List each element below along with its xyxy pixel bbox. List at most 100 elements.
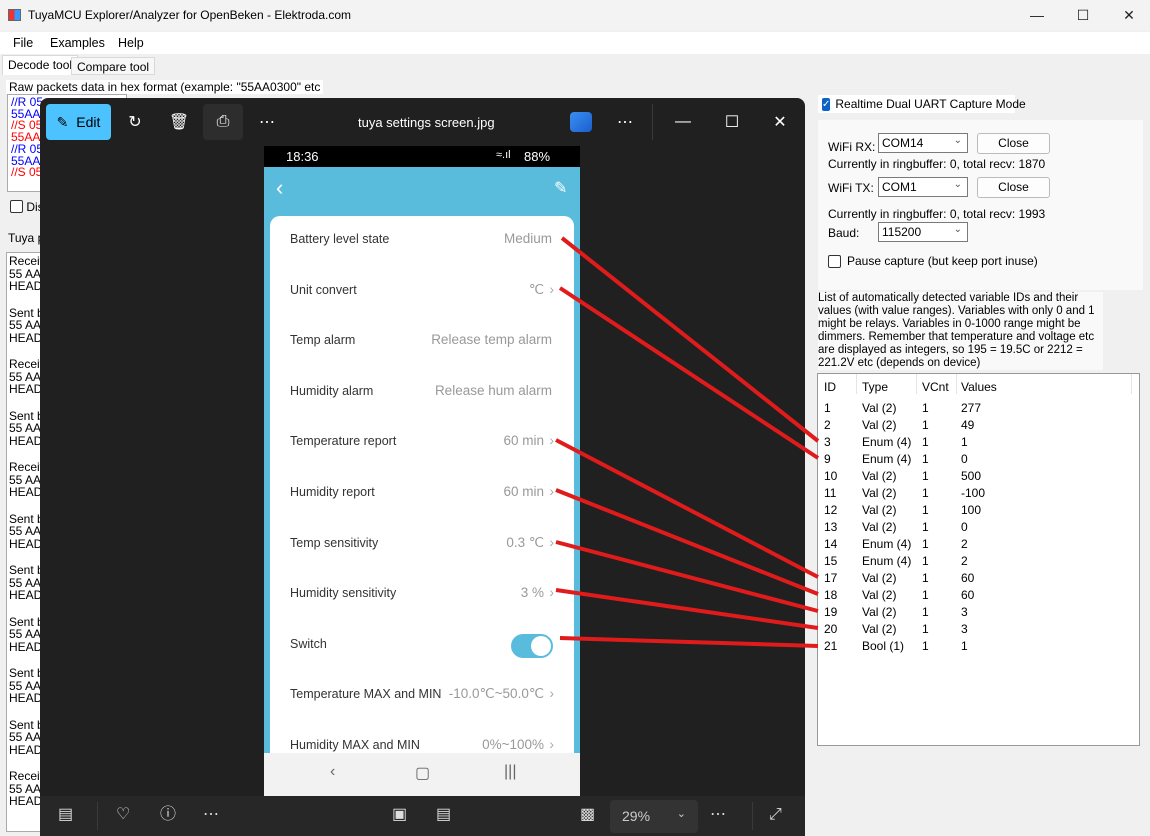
setting-row[interactable]: Switch	[270, 621, 574, 671]
switch-toggle[interactable]	[511, 633, 553, 658]
minimize-button[interactable]: —	[1014, 0, 1060, 30]
table-cell: 1	[922, 554, 929, 568]
decoded-packet: Sent by55 AAHEADI	[9, 513, 43, 551]
tuya-packets-label: Tuya p	[8, 231, 45, 245]
edit-button[interactable]: ✎ Edit	[46, 104, 111, 140]
realtime-capture-checkbox[interactable]: ✓ Realtime Dual UART Capture Mode	[818, 95, 1026, 113]
table-cell: Val (2)	[862, 401, 897, 415]
scan-text-icon[interactable]: ▤	[436, 806, 451, 824]
table-row[interactable]: 14 Enum (4) 1 2	[818, 537, 1138, 554]
tx-status: Currently in ringbuffer: 0, total recv: …	[828, 207, 1046, 221]
column-header-type[interactable]: Type	[862, 380, 888, 394]
table-row[interactable]: 11 Val (2) 1 -100	[818, 486, 1138, 503]
table-cell: 1	[824, 401, 831, 415]
setting-row[interactable]: Humidity MAX and MIN 0%~100% ›	[270, 722, 574, 753]
delete-icon[interactable]: 🗑	[164, 104, 194, 140]
minimize-button[interactable]: —	[668, 104, 698, 140]
nav-home-icon[interactable]: ▢	[415, 763, 430, 783]
checkbox-box[interactable]	[828, 254, 841, 268]
back-icon[interactable]: ‹	[276, 176, 283, 200]
more-icon[interactable]: ⋯	[203, 806, 219, 824]
table-row[interactable]: 10 Val (2) 1 500	[818, 469, 1138, 486]
table-cell: 15	[824, 554, 838, 568]
file-title: tuya settings screen.jpg	[358, 115, 495, 130]
menu-help[interactable]: Help	[118, 36, 144, 50]
table-cell: 1	[922, 435, 929, 449]
maximize-button[interactable]: ☐	[717, 104, 747, 140]
column-header-values[interactable]: Values	[961, 380, 997, 394]
table-cell: 60	[961, 571, 975, 585]
decoded-line: Sent by	[9, 409, 43, 422]
table-row[interactable]: 2 Val (2) 1 49	[818, 418, 1138, 435]
nav-recents-icon[interactable]: |||	[504, 763, 516, 781]
menu-file[interactable]: File	[13, 36, 33, 50]
decoded-packet: Sent by55 AAHEADI	[9, 410, 43, 448]
info-icon[interactable]: ⓘ	[160, 806, 176, 824]
pause-capture-checkbox[interactable]: Pause capture (but keep port inuse)	[828, 254, 1038, 268]
maximize-button[interactable]: ☐	[1060, 0, 1106, 30]
setting-row[interactable]: Unit convert ℃ ›	[270, 267, 574, 317]
tab-decode-tool[interactable]: Decode tool	[2, 55, 79, 75]
table-row[interactable]: 19 Val (2) 1 3	[818, 605, 1138, 622]
more-icon[interactable]: ⋯	[610, 104, 640, 140]
setting-row[interactable]: Temperature MAX and MIN -10.0℃~50.0℃ ›	[270, 671, 574, 721]
setting-row[interactable]: Temperature report 60 min ›	[270, 418, 574, 468]
setting-row[interactable]: Humidity report 60 min ›	[270, 469, 574, 519]
table-row[interactable]: 1 Val (2) 1 277	[818, 401, 1138, 418]
close-button[interactable]: ✕	[1106, 0, 1150, 30]
favorite-heart-icon[interactable]: ♡	[116, 806, 130, 824]
setting-row[interactable]: Humidity alarm Release hum alarm	[270, 368, 574, 418]
rotate-icon[interactable]: ↻	[120, 104, 150, 140]
visual-search-icon[interactable]: ▣	[392, 806, 407, 824]
column-header-vcnt[interactable]: VCnt	[922, 380, 949, 394]
tab-compare-tool[interactable]: Compare tool	[71, 57, 156, 75]
baud-select[interactable]: 115200 ⌄	[878, 222, 968, 242]
setting-label: Humidity sensitivity	[290, 586, 397, 601]
setting-label: Humidity report	[290, 485, 375, 499]
setting-row[interactable]: Battery level state Medium	[270, 216, 574, 266]
table-row[interactable]: 12 Val (2) 1 100	[818, 503, 1138, 520]
table-cell: 100	[961, 503, 982, 517]
menu-examples[interactable]: Examples	[50, 36, 105, 50]
wifi-rx-select[interactable]: COM14 ⌄	[878, 133, 968, 153]
fit-screen-icon[interactable]: ▩	[580, 806, 595, 824]
table-row[interactable]: 20 Val (2) 1 3	[818, 622, 1138, 639]
column-header-id[interactable]: ID	[824, 380, 836, 394]
table-row[interactable]: 3 Enum (4) 1 1	[818, 435, 1138, 452]
baud-label: Baud:	[828, 226, 860, 240]
decoded-line: 55 AA	[9, 782, 42, 795]
table-row[interactable]: 18 Val (2) 1 60	[818, 588, 1138, 605]
table-row[interactable]: 13 Val (2) 1 0	[818, 520, 1138, 537]
display-checkbox[interactable]: Dis	[10, 200, 44, 216]
table-cell: Val (2)	[862, 588, 897, 602]
more-icon[interactable]: ⋯	[252, 104, 282, 140]
signal-icon: ≈.ıl	[496, 149, 511, 161]
filmstrip-icon[interactable]: ▤	[58, 806, 73, 824]
close-rx-button[interactable]: Close	[977, 133, 1050, 154]
variables-list[interactable]: ID Type VCnt Values 1 Val (2) 1 277 2 Val (2)…	[817, 373, 1140, 746]
edit-pencil-icon[interactable]: ✎	[554, 180, 567, 198]
table-cell: 49	[961, 418, 975, 432]
close-button[interactable]: ✕	[765, 104, 795, 140]
setting-row[interactable]: Temp sensitivity 0.3 ℃ ›	[270, 520, 574, 570]
setting-value: Medium	[503, 231, 552, 246]
table-row[interactable]: 15 Enum (4) 1 2	[818, 554, 1138, 571]
close-tx-button[interactable]: Close	[977, 177, 1050, 198]
table-cell: Enum (4)	[862, 435, 912, 449]
table-cell: Val (2)	[862, 571, 897, 585]
print-icon[interactable]: ⎙	[203, 104, 243, 140]
setting-row[interactable]: Humidity sensitivity 3 % ›	[270, 570, 574, 620]
more-icon[interactable]: ⋯	[710, 806, 726, 824]
photos-app-icon[interactable]	[570, 112, 592, 132]
table-row[interactable]: 17 Val (2) 1 60	[818, 571, 1138, 588]
wifi-tx-select[interactable]: COM1 ⌄	[878, 177, 968, 197]
nav-back-icon[interactable]: ‹	[330, 763, 335, 781]
checkbox-box[interactable]	[10, 200, 23, 213]
table-row[interactable]: 9 Enum (4) 1 0	[818, 452, 1138, 469]
decoded-packet: Sent by55 AAHEADI	[9, 307, 43, 345]
zoom-select[interactable]: 29% ⌄	[610, 800, 698, 833]
table-cell: 1	[961, 435, 968, 449]
table-row[interactable]: 21 Bool (1) 1 1	[818, 639, 1138, 656]
fullscreen-icon[interactable]: ⤢	[769, 806, 782, 824]
setting-row[interactable]: Temp alarm Release temp alarm	[270, 317, 574, 367]
